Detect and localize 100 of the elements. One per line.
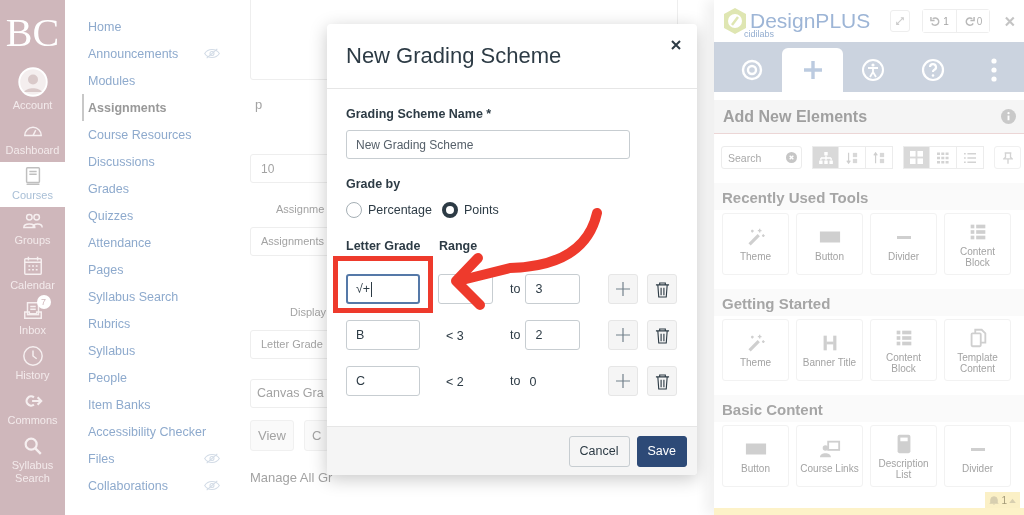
info-icon[interactable] [1001, 109, 1016, 124]
tool-card[interactable]: Template Content [944, 319, 1011, 381]
school-logo[interactable]: BC [0, 0, 65, 64]
delete-row-button[interactable] [647, 366, 678, 396]
trash-icon [654, 280, 670, 298]
hidden-eye-icon [204, 453, 220, 464]
scheme-name-field[interactable]: New Grading Scheme [346, 130, 630, 159]
form-button[interactable]: View [250, 420, 294, 451]
sort-descending-button[interactable] [866, 146, 893, 169]
range-separator: to [510, 328, 521, 342]
sort-ascending-button[interactable] [839, 146, 866, 169]
plus-icon [615, 373, 632, 389]
expand-icon [895, 16, 906, 26]
course-nav-link[interactable]: Accessibility Checker [88, 418, 220, 445]
pin-button[interactable] [994, 146, 1021, 169]
expand-button[interactable] [890, 10, 911, 32]
field-label: Grade by [346, 177, 402, 191]
range-value: < 2 [445, 375, 464, 389]
delete-row-button[interactable] [647, 274, 678, 304]
letter-grade-field[interactable]: √+ [346, 274, 420, 304]
group-title: Getting Started [714, 289, 1024, 316]
tool-card[interactable]: Theme [722, 213, 789, 275]
hidden-eye-icon [204, 48, 220, 59]
delete-row-button[interactable] [647, 320, 678, 350]
course-nav-link[interactable]: Files [88, 445, 220, 472]
small-grid-button[interactable] [930, 146, 957, 169]
tool-card[interactable]: Theme [722, 319, 789, 381]
section-title: Add New Elements [723, 107, 868, 126]
radio-option[interactable]: Percentage [346, 202, 432, 218]
form-button[interactable]: C [303, 420, 330, 451]
search-field[interactable]: Search [721, 146, 802, 169]
course-nav-link[interactable]: Discussions [88, 148, 220, 175]
course-nav-link[interactable]: Announcements [88, 40, 220, 67]
hierarchy-button[interactable] [812, 146, 839, 169]
range-field[interactable] [438, 274, 493, 304]
letter-grade-field[interactable]: B [346, 320, 420, 350]
more-icon [990, 58, 997, 82]
sort-icon [873, 151, 885, 164]
course-nav-link[interactable]: Attendance [88, 229, 220, 256]
column-header: Range [439, 239, 478, 253]
group-title: Basic Content [714, 395, 1024, 422]
tool-card[interactable]: Button [722, 425, 789, 487]
panel-tab[interactable] [782, 48, 843, 92]
grid-icon [910, 151, 923, 164]
tool-card[interactable]: Description List [870, 425, 937, 487]
course-nav-link[interactable]: Home [88, 13, 220, 40]
accessibility-icon [861, 58, 885, 82]
field-label: Display [290, 306, 327, 318]
letter-grade-field[interactable]: C [346, 366, 420, 396]
course-nav-link[interactable]: Item Banks [88, 391, 220, 418]
save-button[interactable]: Save [636, 435, 687, 467]
range-field[interactable]: 2 [525, 320, 581, 350]
cancel-button[interactable]: Cancel [568, 435, 630, 467]
range-field[interactable]: 3 [525, 274, 581, 304]
close-icon[interactable] [671, 40, 681, 50]
course-nav-link[interactable]: Modules [88, 67, 220, 94]
tool-card[interactable]: Content Block [870, 319, 937, 381]
tool-card[interactable]: Button [796, 213, 863, 275]
course-nav-link[interactable]: Grades [88, 175, 220, 202]
calendar-icon [21, 255, 44, 277]
tool-card[interactable]: Divider [870, 213, 937, 275]
list-icon [964, 151, 976, 164]
nav-item[interactable]: Courses [0, 162, 65, 207]
brand-subtitle: cidilabs [744, 30, 774, 39]
presenter-icon [818, 438, 841, 460]
caret-icon [1009, 497, 1016, 503]
dialog-title: New Grading Scheme [346, 43, 562, 69]
course-nav-link[interactable]: People [88, 364, 220, 391]
radio-icon[interactable] [441, 202, 458, 218]
notification-badge[interactable]: 1 [985, 492, 1020, 508]
tool-card[interactable]: Content Block [944, 213, 1011, 275]
range-separator: to [510, 374, 521, 388]
course-nav-link[interactable]: Course Resources [88, 121, 220, 148]
tool-card[interactable]: Course Links [796, 425, 863, 487]
redo-button[interactable]: 0 [955, 10, 990, 32]
tool-card[interactable]: Banner Title [796, 319, 863, 381]
add-row-button[interactable] [608, 274, 639, 304]
clear-icon[interactable] [786, 152, 797, 163]
course-nav-link[interactable]: Syllabus [88, 337, 220, 364]
list-view-button[interactable] [957, 146, 984, 169]
course-nav-link[interactable]: Rubrics [88, 310, 220, 337]
field-label: Grading Scheme Name * [346, 107, 493, 121]
redo-icon [963, 15, 975, 27]
course-nav-link[interactable]: Quizzes [88, 202, 220, 229]
sort-icon [846, 151, 858, 164]
brand-name: DesignPLUS [750, 9, 871, 32]
course-nav-link[interactable]: Assignments [82, 94, 220, 121]
manage-link[interactable]: Manage All Gr [250, 470, 333, 485]
course-nav-link[interactable]: Syllabus Search [88, 283, 220, 310]
add-row-button[interactable] [608, 366, 639, 396]
large-grid-button[interactable] [903, 146, 930, 169]
plus-icon [615, 327, 632, 343]
radio-option[interactable]: Points [441, 202, 499, 218]
course-nav-link[interactable]: Pages [88, 256, 220, 283]
trash-icon [654, 326, 670, 344]
tool-card[interactable]: Divider [944, 425, 1011, 487]
add-row-button[interactable] [608, 320, 639, 350]
course-nav-link[interactable]: Collaborations [88, 472, 220, 499]
plus-icon [615, 281, 632, 297]
help-icon [921, 58, 946, 82]
